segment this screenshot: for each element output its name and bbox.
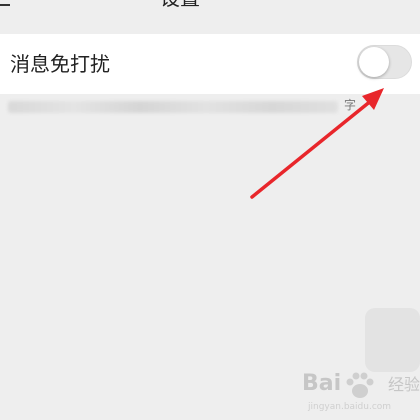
watermark: Bai 经验 jingyan.baidu.com [300, 365, 420, 420]
arrow-shaft [250, 98, 374, 199]
floating-card [365, 308, 420, 372]
watermark-url: jingyan.baidu.com [308, 402, 392, 412]
watermark-sub: 经验 [388, 375, 420, 394]
paw-icon [346, 372, 374, 398]
watermark-brand: Bai [302, 371, 342, 396]
annotation-arrow [250, 88, 384, 199]
